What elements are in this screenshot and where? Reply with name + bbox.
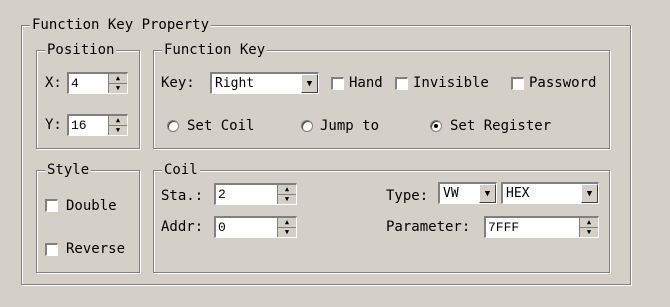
y-spin-up-icon[interactable]: ▲ [109,116,127,126]
sta-label: Sta.: [161,188,204,204]
x-spin-down-icon[interactable]: ▼ [109,84,127,94]
format-dropdown-icon[interactable]: ▼ [581,184,598,203]
addr-label: Addr: [161,219,204,235]
parameter-spin-up-icon[interactable]: ▲ [580,218,598,228]
style-title: Style [45,161,92,179]
key-value: Right [215,76,255,91]
x-stepper[interactable]: 4 ▲ ▼ [67,72,128,94]
sta-value[interactable]: 2 [218,186,226,203]
sta-spin-up-icon[interactable]: ▲ [278,185,296,195]
sta-spin-down-icon[interactable]: ▼ [278,195,296,205]
key-label: Key: [161,75,195,91]
parameter-label: Parameter: [386,219,471,235]
parameter-spin: ▲ ▼ [579,218,598,237]
addr-value[interactable]: 0 [218,219,226,236]
type-select[interactable]: VW ▼ [438,182,497,204]
type-dropdown-icon[interactable]: ▼ [479,184,496,203]
hand-checkbox[interactable] [331,77,344,90]
x-spin-up-icon[interactable]: ▲ [109,74,127,84]
key-dropdown-icon[interactable]: ▼ [301,74,318,93]
password-label: Password [529,75,597,91]
y-spin: ▲ ▼ [108,116,127,135]
password-checkbox[interactable] [511,77,524,90]
x-value[interactable]: 4 [71,75,79,92]
y-value[interactable]: 16 [71,117,87,134]
addr-stepper[interactable]: 0 ▲ ▼ [214,216,297,238]
parameter-stepper[interactable]: 7FFF ▲ ▼ [484,216,599,238]
addr-spin-down-icon[interactable]: ▼ [278,228,296,238]
set-register-label: Set Register [450,118,552,134]
parameter-value[interactable]: 7FFF [488,219,519,236]
type-label: Type: [386,188,429,204]
y-spin-down-icon[interactable]: ▼ [109,126,127,136]
hand-label: Hand [349,75,383,91]
parameter-spin-down-icon[interactable]: ▼ [580,228,598,238]
x-label: X: [45,75,62,91]
invisible-checkbox[interactable] [395,77,408,90]
y-stepper[interactable]: 16 ▲ ▼ [67,114,128,136]
type-value: VW [443,186,459,201]
addr-spin-up-icon[interactable]: ▲ [278,218,296,228]
format-select[interactable]: HEX ▼ [501,182,599,204]
set-register-radio[interactable] [430,120,442,132]
function-key-property-title: Function Key Property [30,16,212,34]
position-title: Position [45,41,117,59]
x-spin: ▲ ▼ [108,74,127,93]
double-checkbox[interactable] [45,199,58,212]
jump-to-label: Jump to [320,118,380,134]
jump-to-radio[interactable] [301,120,313,132]
sta-stepper[interactable]: 2 ▲ ▼ [214,183,297,205]
set-coil-label: Set Coil [187,118,255,134]
y-label: Y: [45,117,62,133]
coil-title: Coil [162,161,200,179]
reverse-label: Reverse [66,241,126,257]
double-label: Double [66,198,117,214]
reverse-checkbox[interactable] [45,243,58,256]
sta-spin: ▲ ▼ [277,185,296,204]
set-coil-radio[interactable] [167,120,179,132]
key-select[interactable]: Right ▼ [210,72,319,94]
function-key-title: Function Key [162,41,268,59]
addr-spin: ▲ ▼ [277,218,296,237]
format-value: HEX [506,186,530,201]
invisible-label: Invisible [413,75,489,91]
